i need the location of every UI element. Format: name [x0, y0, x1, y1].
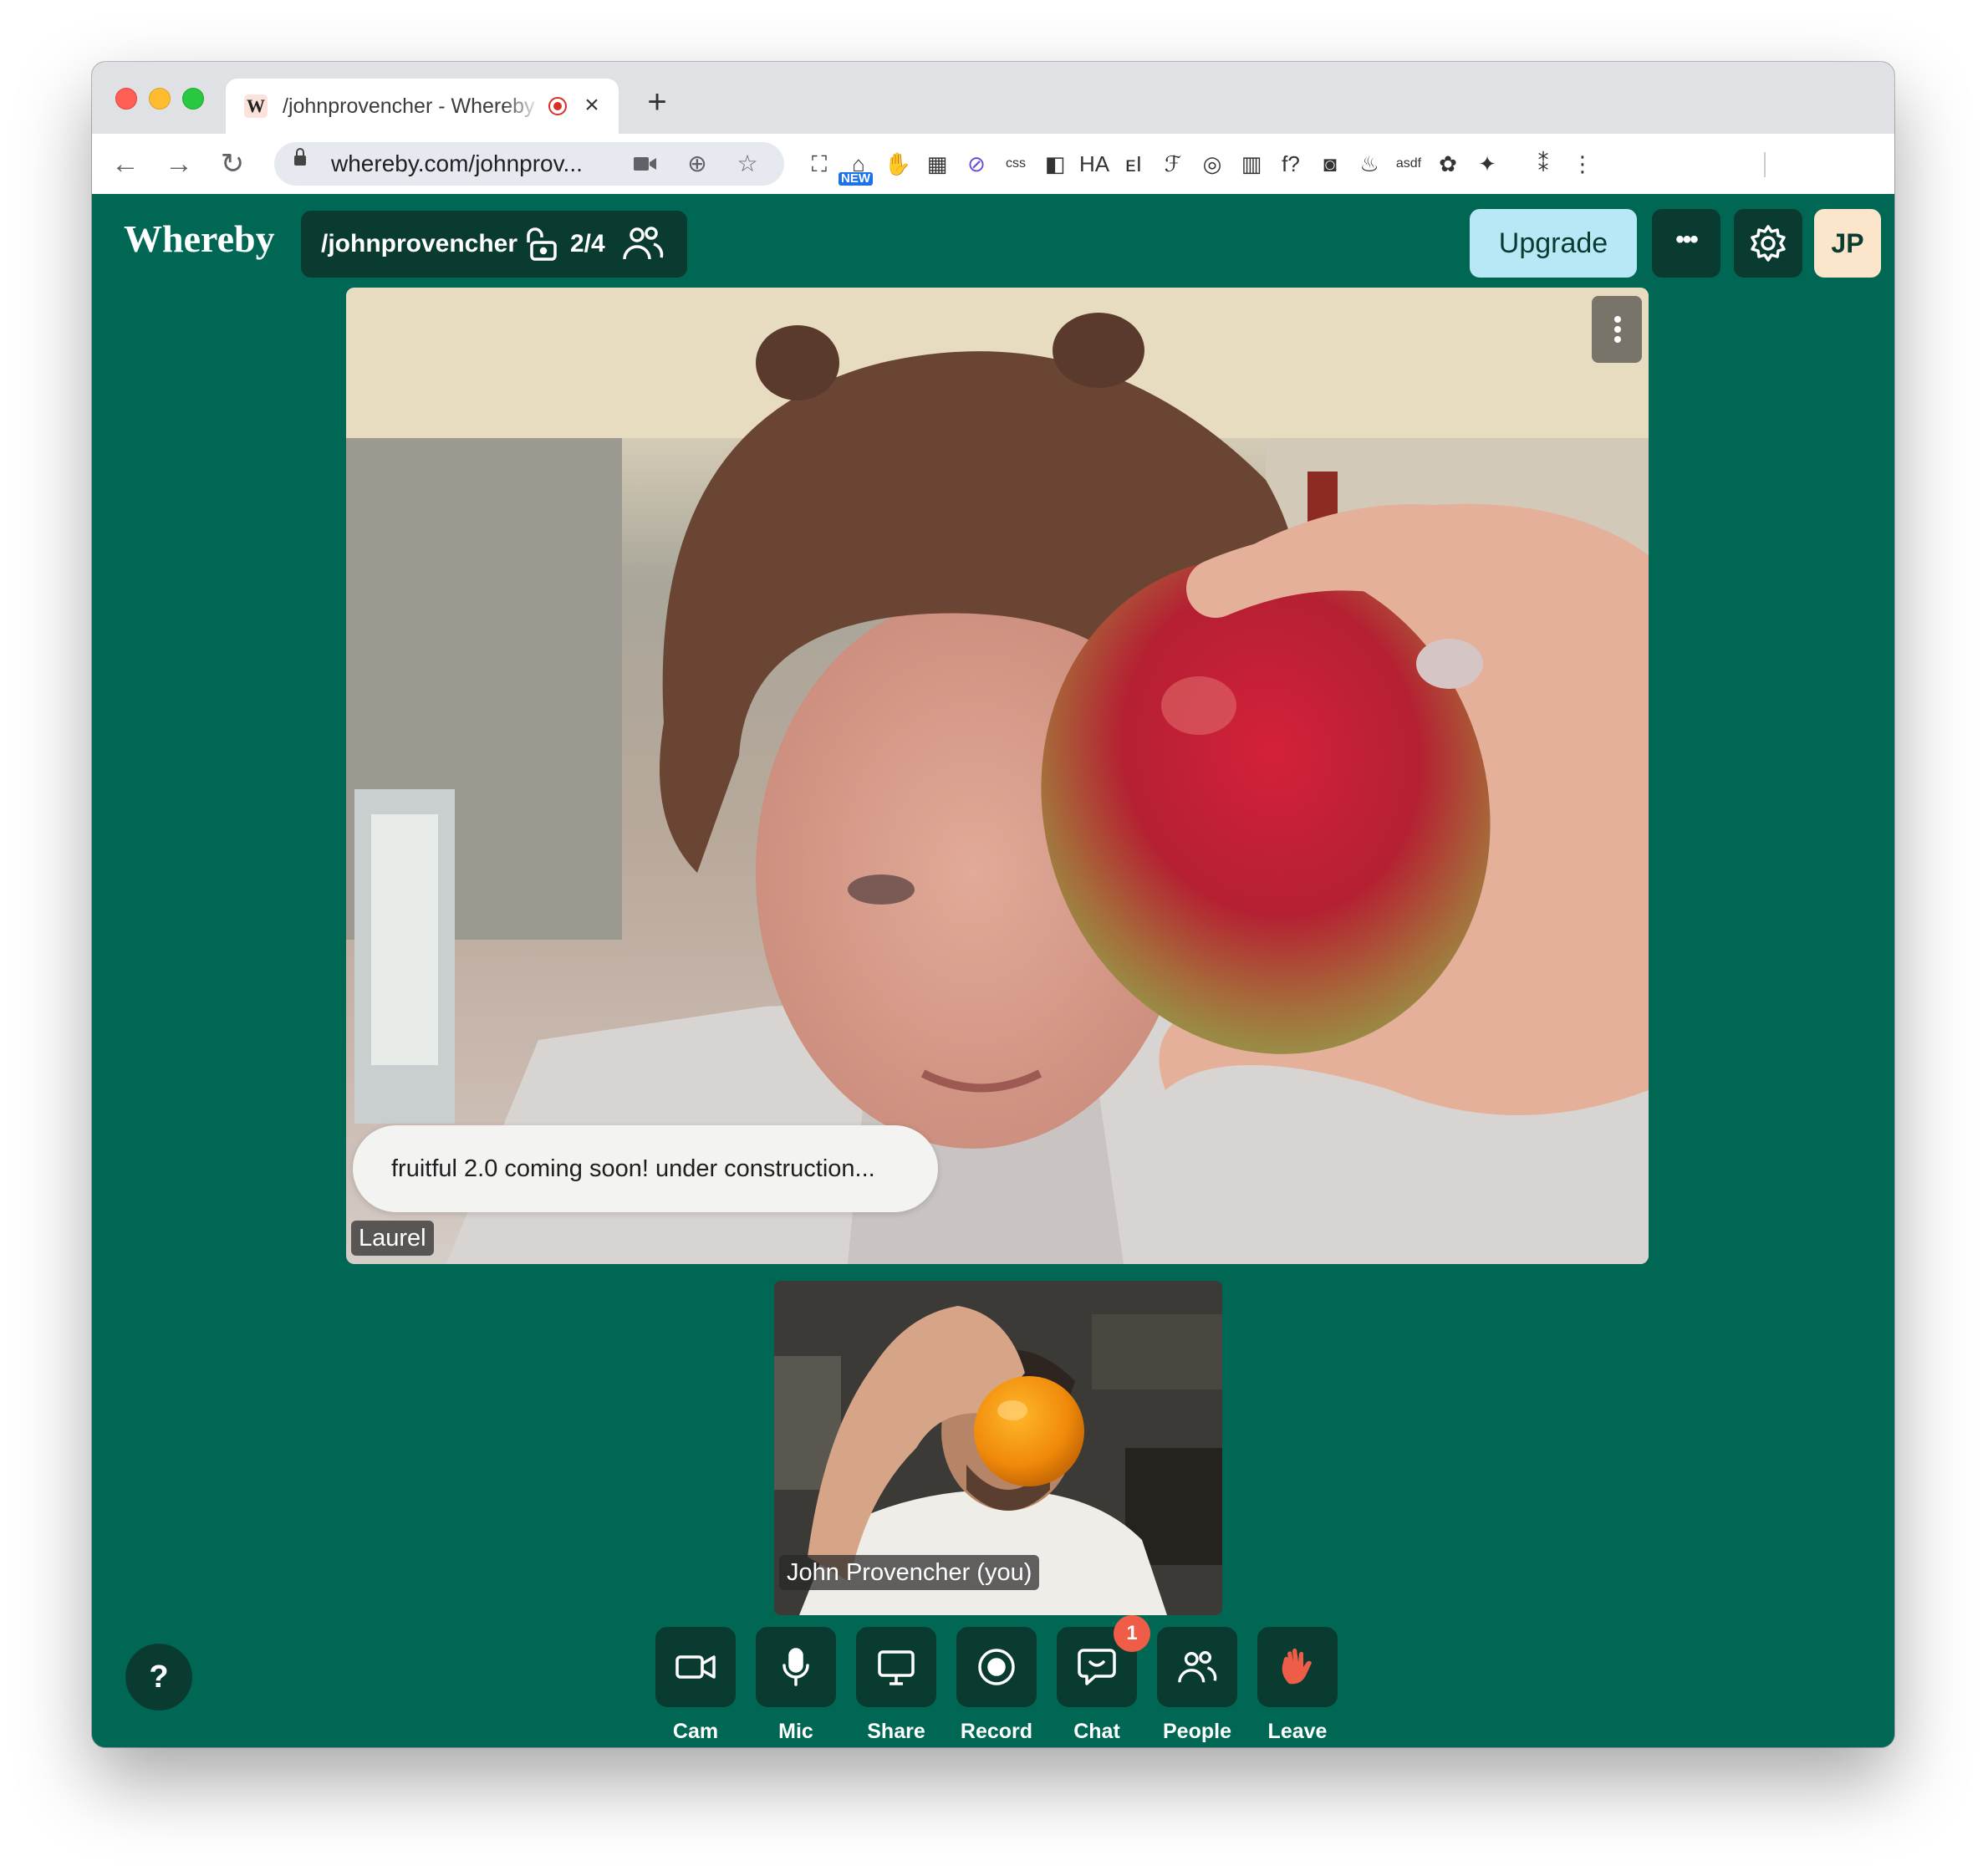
room-name: /johnprovencher [321, 230, 518, 257]
stop-hand-extension-icon[interactable]: ✋ [881, 147, 915, 181]
people-label: People [1163, 1720, 1231, 1743]
people-icon [622, 224, 664, 263]
brain-extension-icon[interactable]: ✿ [1431, 147, 1465, 181]
whereby-logo[interactable]: Whereby [124, 216, 275, 263]
font-extension-icon[interactable]: ℱ [1156, 147, 1190, 181]
sheets-extension-icon[interactable]: ▦ [920, 147, 954, 181]
people-icon [1178, 1651, 1217, 1683]
tab-close-icon[interactable]: × [577, 90, 607, 120]
purple-circle-extension-icon[interactable]: ⊘ [960, 147, 993, 181]
record-button[interactable] [956, 1627, 1037, 1707]
browser-window: W /johnprovencher - Whereby × + ← → ↻ wh… [92, 62, 1894, 1747]
ha-extension-icon[interactable]: HA [1078, 147, 1111, 181]
more-options-button[interactable]: ••• [1652, 209, 1720, 278]
microphone-icon [782, 1648, 809, 1686]
camera-extension-icon[interactable]: ◙ [1313, 147, 1347, 181]
participant-name-tag: Laurel [351, 1221, 434, 1256]
camera-in-use-icon[interactable] [629, 147, 662, 181]
room-info-pill[interactable]: /johnprovencher 2/4 [301, 211, 687, 278]
chrome-menu-icon[interactable]: ⋮ [1566, 147, 1599, 181]
share-button[interactable] [856, 1627, 936, 1707]
layout-extension-icon[interactable]: ◧ [1038, 147, 1072, 181]
screenshot-extension-icon[interactable]: ⛶ [803, 147, 836, 181]
cam-control[interactable]: Cam [655, 1627, 736, 1744]
unlocked-icon[interactable] [525, 226, 558, 263]
mic-button[interactable] [756, 1627, 836, 1707]
mic-label: Mic [778, 1720, 813, 1743]
tile-menu-button[interactable] [1592, 296, 1642, 363]
recording-indicator-icon [548, 97, 567, 115]
back-icon[interactable]: ← [105, 144, 145, 184]
screen-share-icon [878, 1650, 915, 1685]
leave-button[interactable] [1257, 1627, 1338, 1707]
record-label: Record [960, 1720, 1033, 1743]
chat-label: Chat [1073, 1720, 1120, 1743]
minimize-window-button[interactable] [149, 88, 171, 110]
waving-hand-icon [1282, 1648, 1312, 1685]
record-icon [978, 1649, 1015, 1685]
self-name-tag: John Provencher (you) [779, 1555, 1040, 1590]
camera-icon [675, 1655, 716, 1679]
settings-button[interactable] [1734, 209, 1802, 278]
chat-message-text: fruitful 2.0 coming soon! under construc… [391, 1155, 875, 1182]
share-control[interactable]: Share [856, 1627, 936, 1744]
zoom-window-button[interactable] [182, 88, 204, 110]
leave-control[interactable]: Leave [1257, 1627, 1338, 1744]
people-control[interactable]: People [1157, 1627, 1237, 1744]
cam-button[interactable] [655, 1627, 736, 1707]
chat-icon [1078, 1649, 1116, 1685]
url-text[interactable]: whereby.com/johnprov... [331, 150, 607, 177]
share-label: Share [867, 1720, 925, 1743]
tab-strip: W /johnprovencher - Whereby × + [92, 62, 1894, 134]
ei-extension-icon[interactable]: ᴇI [1117, 147, 1150, 181]
css-extension-icon[interactable]: css [999, 147, 1032, 181]
whatfont-extension-icon[interactable]: f? [1274, 147, 1307, 181]
bookmark-star-icon[interactable]: ☆ [731, 147, 764, 181]
reload-icon[interactable]: ↻ [212, 144, 252, 184]
lock-icon [294, 148, 306, 166]
squirrel-extension-icon[interactable]: ✦ [1471, 147, 1504, 181]
browser-toolbar: ← → ↻ whereby.com/johnprov... ⊕ ☆ ⛶⌂✋▦⊘c… [92, 134, 1894, 195]
dots-extension-icon[interactable]: ⁑ [1527, 147, 1560, 181]
toolbar-divider [1764, 152, 1766, 177]
record-control[interactable]: Record [956, 1627, 1037, 1744]
upgrade-button[interactable]: Upgrade [1470, 209, 1637, 278]
chat-message-bubble: fruitful 2.0 coming soon! under construc… [353, 1125, 938, 1212]
chat-control[interactable]: 1 Chat [1057, 1615, 1150, 1744]
close-window-button[interactable] [115, 88, 137, 110]
people-button[interactable] [1157, 1627, 1237, 1707]
asdf-extension-icon[interactable]: asdf [1392, 147, 1425, 181]
mic-control[interactable]: Mic [756, 1627, 836, 1744]
laurel-video-frame [346, 288, 1649, 1264]
self-video-tile: John Provencher (you) [774, 1281, 1222, 1615]
participant-count: 2/4 [570, 230, 605, 257]
address-bar[interactable]: whereby.com/johnprov... ⊕ ☆ [274, 142, 784, 186]
tab-title: /johnprovencher - Whereby [283, 94, 535, 118]
spiral-extension-icon[interactable]: ◎ [1195, 147, 1229, 181]
color-bars-extension-icon[interactable]: ▥ [1235, 147, 1268, 181]
unread-chat-badge: 1 [1114, 1615, 1150, 1652]
install-app-icon[interactable]: ⊕ [681, 147, 714, 181]
new-tab-button[interactable]: + [637, 83, 677, 123]
cam-label: Cam [672, 1720, 719, 1743]
forward-icon[interactable]: → [159, 144, 199, 184]
gear-icon [1749, 225, 1787, 266]
browser-tab[interactable]: W /johnprovencher - Whereby × [226, 79, 619, 134]
whereby-app: Whereby /johnprovencher 2/4 Upgrade ••• … [92, 194, 1894, 1747]
participant-video-laurel: fruitful 2.0 coming soon! under construc… [346, 288, 1649, 1264]
leave-label: Leave [1267, 1720, 1328, 1743]
new-extension-icon[interactable]: ⌂ [839, 147, 875, 186]
user-avatar[interactable]: JP [1814, 209, 1881, 278]
flame-extension-icon[interactable]: ♨ [1353, 147, 1386, 181]
help-button[interactable]: ? [125, 1644, 192, 1710]
whereby-favicon-icon: W [244, 94, 268, 118]
